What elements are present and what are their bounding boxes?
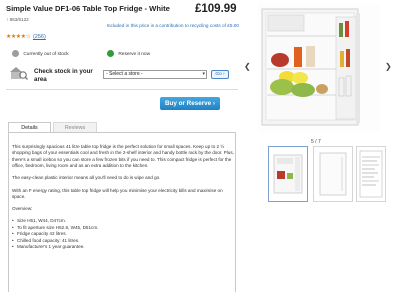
description-paragraph: With an F energy rating, this table top … [12,187,223,200]
store-select[interactable]: - Select a store - ▾ [103,70,207,79]
rating-stars: ★★★★☆ [6,34,31,40]
overview-list: Size H51, W44, D47cm. To fit aperture si… [12,218,234,250]
thumbnail-image [359,150,383,198]
description-paragraph: This surprisingly spacious 41 litre tabl… [12,144,234,169]
product-info-column: Simple Value DF1-06 Table Top Fridge - W… [0,0,240,292]
reserve-check-icon [107,50,114,57]
out-of-stock-status: Currently out of stock [12,50,69,57]
chevron-down-icon: ▾ [202,71,205,77]
out-of-stock-label: Currently out of stock [23,51,69,57]
product-code: ↑ 853/6122 [6,16,29,22]
product-title-text: Simple Value DF1-06 Table Top Fridge - W… [6,4,170,13]
buy-or-reserve-button[interactable]: Buy or Reserve › [160,97,220,110]
chevron-left-icon[interactable]: ❮ [244,62,251,71]
gallery-counter: 5 / 7 [311,139,321,145]
thumbnail-energy-label[interactable] [356,146,386,202]
out-of-stock-icon [12,50,19,57]
rating-count-link[interactable]: (256) [33,34,46,40]
store-select-value: - Select a store - [106,71,143,77]
list-item: Manufacturer's 1 year guarantee. [12,244,234,251]
product-title: Simple Value DF1-06 Table Top Fridge - W… [6,4,174,24]
rating: ★★★★☆ (256) [6,34,46,40]
thumbnail-image [319,152,347,196]
description-paragraph: The easy-clean plastic interior means al… [12,175,161,181]
thumbnail-fridge-open[interactable] [268,146,308,202]
overview-heading: Overview: [12,206,33,212]
store-locator-icon [10,67,28,80]
thumbnail-image [273,154,303,194]
check-stock-title: Check stock in your area [34,68,93,83]
divider [6,89,238,90]
product-price: £109.99 [195,3,237,15]
recycling-note-link[interactable]: Included in this price is a contribution… [97,23,239,28]
chevron-right-icon[interactable]: ❯ [385,62,392,71]
product-description: This surprisingly spacious 41 litre tabl… [12,144,234,251]
reserve-status: Reserve it now [107,50,150,57]
product-image-main [258,3,380,132]
go-button[interactable]: Go › [211,70,229,79]
reserve-label: Reserve it now [118,51,151,57]
thumbnail-fridge-closed[interactable] [313,146,353,202]
